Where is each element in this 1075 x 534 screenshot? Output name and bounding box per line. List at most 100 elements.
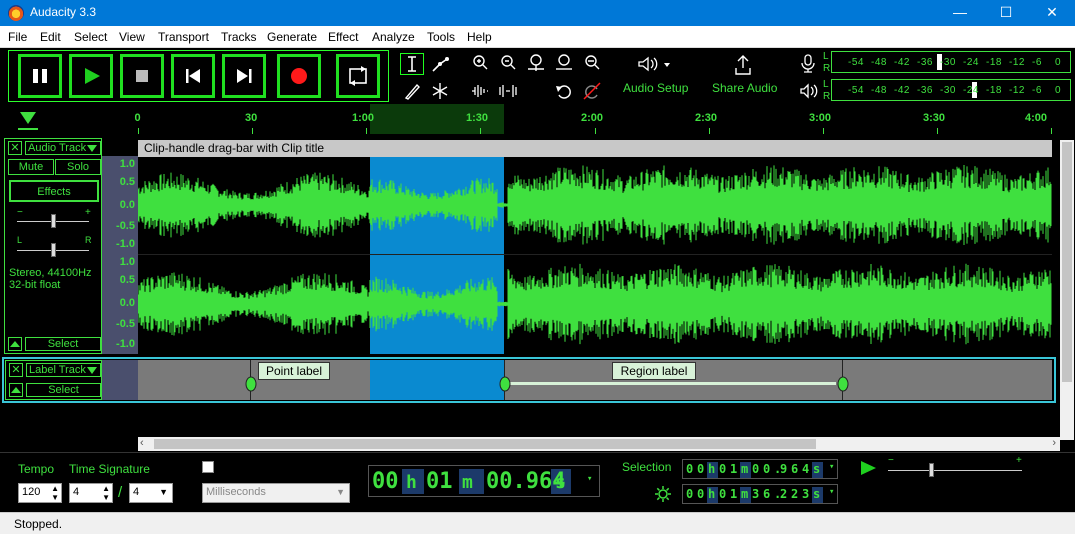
play-speed-thumb[interactable]: [929, 463, 934, 477]
snap-unit-select[interactable]: Milliseconds ▼: [202, 483, 350, 503]
ts-numerator-value: 4: [73, 486, 80, 498]
silence-button[interactable]: [498, 81, 518, 101]
ts-numerator-input[interactable]: 4 ▲ ▼: [69, 483, 113, 503]
timeline-ruler[interactable]: 0 30 1:00 1:30 2:00 2:30 3:00 3:30 4:00: [0, 104, 1075, 134]
audio-track-control-panel: ✕ Audio Track Mute Solo Effects − + L R …: [4, 138, 102, 354]
selection-end-time[interactable]: 0 0 h 0 1 m 3 6. 2 2 3 s ▾: [682, 484, 838, 504]
time-format-dropdown-icon[interactable]: ▾: [587, 474, 592, 484]
menu-view[interactable]: View: [119, 30, 145, 44]
record-meter-button[interactable]: [798, 53, 818, 73]
time-display[interactable]: 00 h 01 m 00.964 s ▾: [368, 465, 600, 497]
close-button[interactable]: ✕: [1029, 0, 1075, 26]
selection-time-digit: 2: [791, 487, 799, 501]
label-track-close-button[interactable]: ✕: [9, 363, 23, 377]
fit-selection-button[interactable]: [526, 53, 546, 73]
selection-format-dropdown-icon[interactable]: ▾: [829, 487, 834, 497]
vertical-scrollbar-thumb[interactable]: [1062, 142, 1072, 382]
record-button[interactable]: [277, 54, 321, 98]
selection-time-digit: 0: [686, 462, 694, 476]
menu-help[interactable]: Help: [467, 30, 492, 44]
time-seconds: 00.964: [486, 469, 566, 494]
selection-format-dropdown-icon[interactable]: ▾: [829, 462, 834, 472]
menu-edit[interactable]: Edit: [40, 30, 61, 44]
region-label-end-handle[interactable]: [836, 376, 850, 392]
gain-minus-label: −: [17, 207, 23, 218]
spin-arrows-icon[interactable]: ▲ ▼: [51, 484, 59, 502]
horizontal-scrollbar-thumb[interactable]: [154, 439, 816, 449]
menu-analyze[interactable]: Analyze: [372, 30, 415, 44]
ruler-tick: 0.5: [119, 176, 135, 188]
scroll-right-icon[interactable]: ›: [1052, 437, 1056, 449]
play-speed-slider[interactable]: [888, 470, 1022, 471]
menu-select[interactable]: Select: [74, 30, 107, 44]
audio-setup-button[interactable]: Audio Setup: [623, 81, 688, 95]
tempo-input[interactable]: 120 ▲ ▼: [18, 483, 62, 503]
playback-meter-button[interactable]: [798, 81, 818, 101]
skip-to-end-button[interactable]: [222, 54, 266, 98]
effects-button[interactable]: Effects: [9, 180, 99, 202]
menu-effect[interactable]: Effect: [328, 30, 358, 44]
zoom-in-button[interactable]: [470, 53, 490, 73]
point-label-text[interactable]: Point label: [258, 362, 330, 380]
label-track-control-panel: ✕ Label Track Select: [5, 360, 102, 400]
menu-file[interactable]: File: [8, 30, 27, 44]
pause-button[interactable]: [18, 54, 62, 98]
zoom-out-button[interactable]: [498, 53, 518, 73]
menu-tools[interactable]: Tools: [427, 30, 455, 44]
meter-scale-label: -24: [963, 57, 979, 68]
waveform-area[interactable]: [138, 157, 1052, 354]
ts-denominator-select[interactable]: 4 ▼: [129, 483, 173, 503]
fit-project-button[interactable]: [554, 53, 574, 73]
label-track-menu-button[interactable]: Label Track: [26, 363, 101, 377]
redo-button[interactable]: [582, 81, 602, 101]
scroll-left-icon[interactable]: ‹: [140, 437, 144, 449]
audacity-logo-icon: [8, 5, 24, 21]
track-close-button[interactable]: ✕: [8, 141, 22, 155]
selection-time-digit: h: [708, 462, 716, 476]
gain-slider-thumb[interactable]: [51, 214, 56, 228]
envelope-tool[interactable]: [430, 55, 450, 75]
label-track-selection: [370, 360, 504, 400]
undo-button[interactable]: [554, 81, 574, 101]
mute-button[interactable]: Mute: [8, 159, 54, 175]
menu-transport[interactable]: Transport: [158, 30, 209, 44]
speed-plus-label: +: [1016, 455, 1022, 466]
snap-checkbox[interactable]: [202, 461, 214, 473]
draw-tool[interactable]: [402, 81, 422, 101]
solo-button[interactable]: Solo: [55, 159, 101, 175]
stop-button[interactable]: [120, 54, 164, 98]
zoom-toggle-button[interactable]: [582, 53, 602, 73]
menu-tracks[interactable]: Tracks: [221, 30, 257, 44]
play-button[interactable]: [69, 54, 113, 98]
selection-start-time[interactable]: 0 0 h 0 1 m 0 0. 9 6 4 s ▾: [682, 459, 838, 479]
multi-tool[interactable]: [430, 81, 450, 101]
pan-slider-thumb[interactable]: [51, 243, 56, 257]
region-label-text[interactable]: Region label: [612, 362, 696, 380]
play-at-speed-icon[interactable]: [858, 459, 880, 477]
timeline-tick-mark: [252, 128, 253, 134]
trim-button[interactable]: [470, 81, 490, 101]
vertical-scrollbar[interactable]: [1060, 140, 1074, 440]
track-menu-button[interactable]: Audio Track: [25, 141, 101, 155]
label-track-ruler: [102, 360, 138, 400]
speed-minus-label: −: [888, 455, 894, 466]
gear-icon[interactable]: [654, 485, 672, 503]
clip-title-bar[interactable]: Clip-handle drag-bar with Clip title: [138, 140, 1052, 157]
timeline-options-icon[interactable]: [14, 106, 44, 136]
horizontal-scrollbar[interactable]: ‹ ›: [138, 437, 1060, 451]
selection-tool[interactable]: [400, 53, 424, 75]
selection-time-digit: s: [813, 462, 821, 476]
loop-button[interactable]: [336, 54, 380, 98]
label-track-select-button[interactable]: Select: [26, 383, 101, 397]
skip-to-start-button[interactable]: [171, 54, 215, 98]
share-audio-button[interactable]: Share Audio: [712, 81, 777, 95]
collapse-track-button[interactable]: [8, 337, 22, 351]
menu-generate[interactable]: Generate: [267, 30, 317, 44]
point-label-handle[interactable]: [244, 376, 258, 392]
spin-arrows-icon[interactable]: ▲ ▼: [102, 484, 110, 502]
maximize-button[interactable]: ☐: [983, 0, 1029, 26]
minimize-button[interactable]: —: [937, 0, 983, 26]
label-collapse-button[interactable]: [9, 383, 23, 397]
region-label-start-handle[interactable]: [498, 376, 512, 392]
track-select-button[interactable]: Select: [25, 337, 101, 351]
